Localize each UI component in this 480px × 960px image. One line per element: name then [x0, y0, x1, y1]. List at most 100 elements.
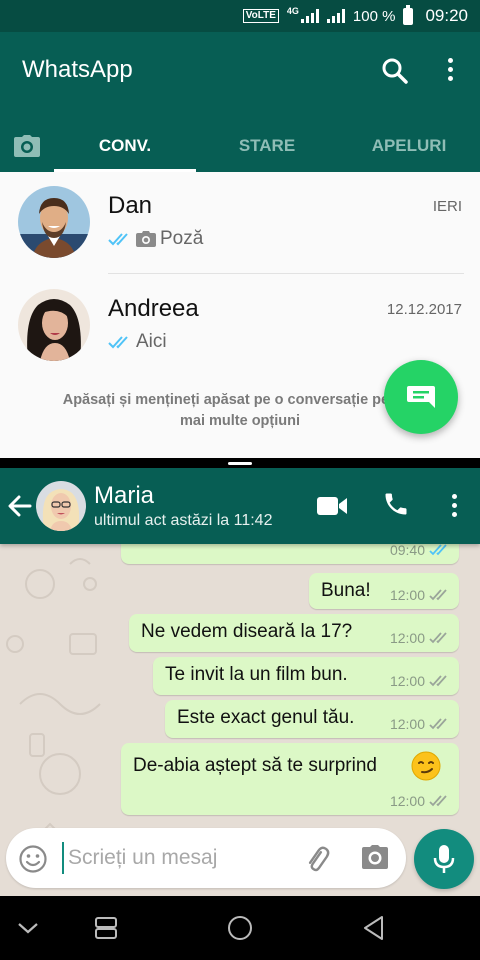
message-meta: 09:40	[390, 544, 449, 558]
tab-calls[interactable]: APELURI	[338, 120, 480, 172]
message-meta: 12:00	[390, 587, 449, 603]
message-bubble[interactable]: Te invit la un film bun. 12:00	[153, 657, 459, 695]
app-bar: WhatsApp CONV. STARE APELURI	[0, 32, 480, 172]
double-check-icon	[108, 233, 128, 246]
message-bubble[interactable]: Buna! 12:00	[309, 573, 459, 609]
back-triangle-icon	[364, 916, 383, 940]
message-text: Buna!	[321, 580, 371, 601]
chat-name: Andreea	[108, 295, 199, 322]
avatar	[18, 186, 90, 258]
video-camera-icon	[317, 497, 347, 515]
split-screen-divider[interactable]	[0, 458, 480, 468]
message-bubble[interactable]: De-abia aștept să te surprind 12:00	[121, 743, 459, 815]
video-call-button[interactable]	[316, 494, 348, 518]
attach-button[interactable]	[302, 844, 332, 874]
message-text: Este exact genul tău.	[177, 707, 355, 728]
more-options-button[interactable]	[438, 54, 462, 84]
chat-preview: Poză	[108, 228, 203, 250]
message-text: Ne vedem diseară la 17?	[141, 621, 353, 642]
chat-preview-text: Aici	[136, 331, 167, 352]
smirk-emoji-icon	[411, 751, 441, 781]
paperclip-icon	[308, 846, 330, 872]
signal-icon	[326, 9, 345, 23]
message-meta: 12:00	[390, 716, 449, 732]
message-bubble[interactable]: Este exact genul tău. 12:00	[165, 700, 459, 738]
message-time: 12:00	[389, 716, 425, 732]
message-text: Te invit la un film bun.	[165, 664, 348, 685]
nav-recents-button[interactable]	[90, 912, 122, 944]
tab-bar: CONV. STARE APELURI	[0, 120, 480, 172]
voice-call-button[interactable]	[382, 490, 410, 518]
nav-back-button[interactable]	[358, 912, 390, 944]
message-meta: 12:00	[390, 673, 449, 689]
message-meta: 12:00	[390, 793, 449, 809]
double-check-icon	[429, 718, 447, 730]
contact-avatar[interactable]	[36, 481, 86, 531]
message-meta: 12:00	[390, 630, 449, 646]
message-time: 12:00	[389, 673, 425, 689]
clock: 09:20	[425, 6, 468, 25]
message-bubble[interactable]: 09:40	[121, 544, 459, 564]
double-check-icon	[429, 675, 447, 687]
last-seen: ultimul act astăzi la 11:42	[94, 512, 273, 529]
chat-list: Dan IERI Poză Andreea 12.12.2017 Aici Ap…	[0, 172, 480, 458]
tab-camera[interactable]	[0, 120, 54, 172]
chat-item-dan[interactable]: Dan IERI Poză	[0, 172, 480, 272]
emoji-icon	[19, 845, 47, 873]
chevron-down-icon	[18, 923, 38, 934]
battery-icon	[403, 4, 414, 25]
double-check-icon	[429, 795, 447, 807]
search-icon	[382, 58, 408, 84]
divider	[108, 273, 464, 274]
nav-home-button[interactable]	[224, 912, 256, 944]
split-handle[interactable]	[228, 462, 252, 465]
double-check-icon	[108, 336, 128, 349]
recents-icon	[95, 917, 117, 939]
message-time: 12:00	[389, 793, 425, 809]
chat-time: 12.12.2017	[386, 301, 462, 318]
battery-level: 100 %	[352, 7, 396, 25]
double-check-icon	[429, 544, 447, 556]
camera-icon	[136, 231, 156, 247]
search-button[interactable]	[380, 56, 410, 86]
signal-icon	[300, 9, 319, 23]
chat-time: IERI	[432, 198, 462, 215]
phone-icon	[385, 493, 407, 515]
double-check-icon	[429, 632, 447, 644]
chat-preview-text: Poză	[160, 228, 204, 249]
avatar	[18, 289, 90, 361]
message-bubble[interactable]: Ne vedem diseară la 17? 12:00	[129, 614, 459, 652]
status-bar: VoLTE 4G 100 % 09:20	[0, 0, 480, 32]
chat-item-andreea[interactable]: Andreea 12.12.2017 Aici	[0, 275, 480, 375]
nav-hide-button[interactable]	[12, 912, 44, 944]
conversation-header: Maria ultimul act astăzi la 11:42	[0, 468, 480, 544]
home-circle-icon	[228, 916, 252, 940]
tab-conversations[interactable]: CONV.	[54, 120, 196, 172]
chat-preview: Aici	[108, 331, 167, 353]
arrow-back-icon	[8, 495, 32, 517]
message-text: De-abia aștept să te surprind	[133, 755, 377, 776]
message-composer	[6, 828, 406, 888]
microphone-icon	[433, 845, 455, 873]
double-check-icon	[429, 589, 447, 601]
camera-icon	[14, 135, 40, 157]
message-input[interactable]	[62, 842, 290, 874]
network-type: 4G	[286, 6, 299, 16]
tab-status[interactable]: STARE	[196, 120, 338, 172]
new-chat-button[interactable]	[384, 360, 458, 434]
message-time: 12:00	[389, 587, 425, 603]
conversation-menu-button[interactable]	[442, 490, 466, 520]
chat-name: Dan	[108, 192, 153, 219]
contact-name[interactable]: Maria	[94, 482, 154, 510]
system-nav-bar	[0, 896, 480, 960]
message-time: 12:00	[389, 630, 425, 646]
back-button[interactable]	[6, 492, 34, 520]
camera-button[interactable]	[360, 844, 390, 874]
new-message-icon	[407, 386, 435, 408]
emoji-button[interactable]	[18, 844, 48, 874]
app-title: WhatsApp	[22, 56, 133, 83]
message-time: 09:40	[389, 544, 425, 558]
volte-indicator: VoLTE	[242, 9, 279, 23]
camera-icon	[362, 845, 388, 869]
voice-message-button[interactable]	[414, 829, 474, 889]
